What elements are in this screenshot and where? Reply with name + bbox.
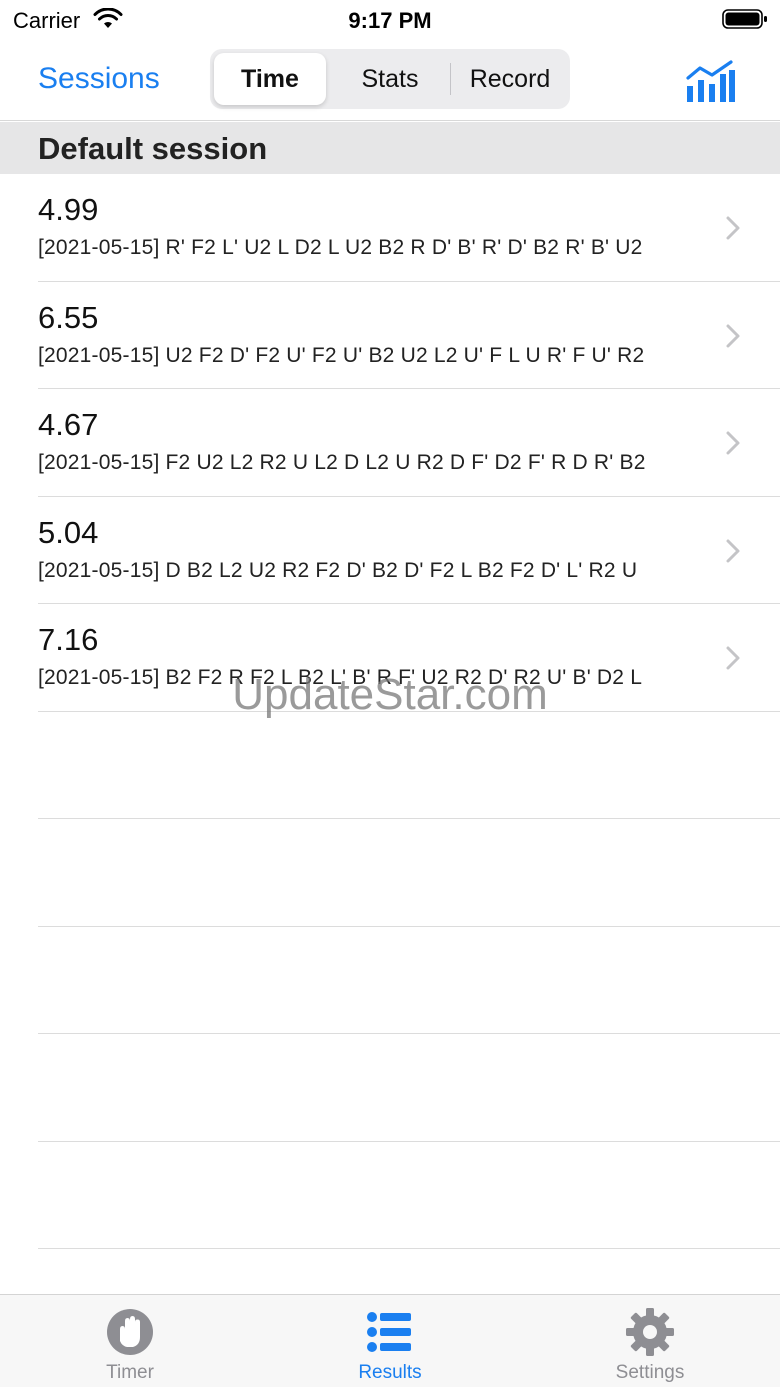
tab-label: Settings <box>615 1362 685 1383</box>
result-row[interactable]: 4.67 [2021-05-15] F2 U2 L2 R2 U L2 D L2 … <box>0 389 780 497</box>
list-icon <box>367 1312 411 1352</box>
chevron-right-icon <box>726 216 740 240</box>
segment-record[interactable]: Record <box>454 53 566 105</box>
tab-results[interactable]: Results <box>260 1295 520 1387</box>
watermark: UpdateStar.com <box>232 670 548 719</box>
chevron-right-icon <box>726 324 740 347</box>
tab-bar: Timer Results Settings <box>0 1294 780 1387</box>
chevron-right-icon <box>726 431 740 455</box>
timer-hand-icon <box>107 1309 153 1355</box>
tab-label: Timer <box>106 1362 154 1383</box>
section-header: Default session <box>0 122 780 174</box>
chevron-right-icon <box>726 539 740 562</box>
chevron-right-icon <box>726 646 740 670</box>
empty-row <box>0 1142 780 1249</box>
empty-row <box>0 819 780 927</box>
status-clock: 9:17 PM <box>348 8 432 33</box>
battery-icon <box>722 9 767 29</box>
segment-stats[interactable]: Stats <box>334 53 446 105</box>
view-segmented-control: Time Stats Record <box>210 49 570 109</box>
result-time: 4.67 <box>38 407 99 442</box>
chart-bars-icon[interactable] <box>684 60 736 104</box>
result-time: 6.55 <box>38 299 99 335</box>
tab-timer[interactable]: Timer <box>0 1295 260 1387</box>
gear-icon <box>626 1308 674 1356</box>
result-time: 7.16 <box>38 622 99 657</box>
result-scramble: [2021-05-15] D B2 L2 U2 R2 F2 D' B2 D' F… <box>38 558 638 582</box>
segment-divider <box>450 63 451 95</box>
empty-row <box>0 712 780 819</box>
segment-time[interactable]: Time <box>214 53 326 105</box>
navigation-bar: Sessions Time Stats Record <box>0 40 780 121</box>
tab-label: Results <box>358 1362 422 1383</box>
tab-settings[interactable]: Settings <box>520 1295 780 1387</box>
empty-row <box>0 927 780 1034</box>
section-title: Default session <box>38 131 268 166</box>
result-row[interactable]: 5.04 [2021-05-15] D B2 L2 U2 R2 F2 D' B2… <box>0 497 780 604</box>
result-time: 4.99 <box>38 192 99 227</box>
sessions-button[interactable]: Sessions <box>38 62 160 96</box>
result-scramble: [2021-05-15] F2 U2 L2 R2 U L2 D L2 U R2 … <box>38 451 646 474</box>
result-time: 5.04 <box>38 514 99 550</box>
result-scramble: [2021-05-15] R' F2 L' U2 L D2 L U2 B2 R … <box>38 236 643 259</box>
result-scramble: [2021-05-15] U2 F2 D' F2 U' F2 U' B2 U2 … <box>38 343 645 367</box>
status-bar: Carrier 9:17 PM <box>0 0 780 40</box>
empty-row <box>0 1034 780 1142</box>
result-row[interactable]: 4.99 [2021-05-15] R' F2 L' U2 L D2 L U2 … <box>0 174 780 282</box>
row-separator <box>38 1248 780 1249</box>
result-row[interactable]: 6.55 [2021-05-15] U2 F2 D' F2 U' F2 U' B… <box>0 282 780 389</box>
